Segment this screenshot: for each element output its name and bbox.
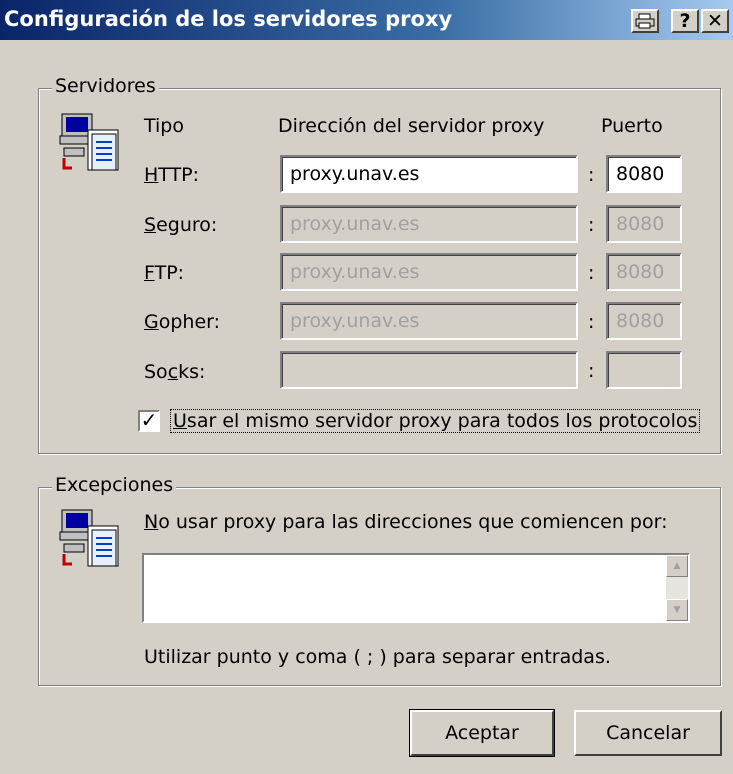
gopher-port-input[interactable] <box>606 302 682 340</box>
socks-label: Socks: <box>144 361 206 383</box>
same-proxy-label[interactable]: Usar el mismo servidor proxy para todos … <box>170 409 701 433</box>
secure-label: Seguro: <box>144 214 218 236</box>
gopher-address-input[interactable] <box>280 302 578 340</box>
socks-port-input[interactable] <box>606 351 682 389</box>
title-bar[interactable]: Configuración de los servidores proxy ? … <box>0 0 733 40</box>
exceptions-scrollbar[interactable]: ▲ ▼ <box>666 555 688 621</box>
port-separator: : <box>588 214 595 236</box>
column-header-address: Dirección del servidor proxy <box>278 115 545 137</box>
network-computers-icon <box>58 508 124 579</box>
printer-icon[interactable] <box>631 9 659 33</box>
exceptions-prompt: No usar proxy para las direcciones que c… <box>144 511 668 533</box>
port-separator: : <box>588 164 595 186</box>
exceptions-hint: Utilizar punto y coma ( ; ) para separar… <box>144 646 611 668</box>
http-address-input[interactable] <box>280 155 578 193</box>
http-port-input[interactable] <box>606 155 682 193</box>
column-header-type: Tipo <box>144 115 184 137</box>
network-computers-icon <box>58 112 124 183</box>
gopher-label: Gopher: <box>144 311 221 333</box>
scroll-down-icon[interactable]: ▼ <box>666 599 688 621</box>
same-proxy-checkbox[interactable]: ✓ <box>138 410 160 432</box>
servers-group-label: Servidores <box>52 75 159 97</box>
ftp-address-input[interactable] <box>280 253 578 291</box>
secure-port-input[interactable] <box>606 205 682 243</box>
cancel-button[interactable]: Cancelar <box>574 710 722 756</box>
port-separator: : <box>588 262 595 284</box>
scroll-up-icon[interactable]: ▲ <box>666 555 688 577</box>
secure-address-input[interactable] <box>280 205 578 243</box>
ftp-port-input[interactable] <box>606 253 682 291</box>
exceptions-textarea[interactable]: ▲ ▼ <box>142 553 690 623</box>
column-header-port: Puerto <box>601 115 663 137</box>
window-title: Configuración de los servidores proxy <box>4 7 453 31</box>
exceptions-group-label: Excepciones <box>52 474 177 496</box>
help-button[interactable]: ? <box>671 9 699 33</box>
ok-button[interactable]: Aceptar <box>409 709 555 757</box>
port-separator: : <box>588 311 595 333</box>
ftp-label: FTP: <box>144 262 185 284</box>
http-label: HTTP: <box>144 164 200 186</box>
close-button[interactable]: ✕ <box>701 9 729 33</box>
socks-address-input[interactable] <box>280 351 578 389</box>
port-separator: : <box>588 360 595 382</box>
